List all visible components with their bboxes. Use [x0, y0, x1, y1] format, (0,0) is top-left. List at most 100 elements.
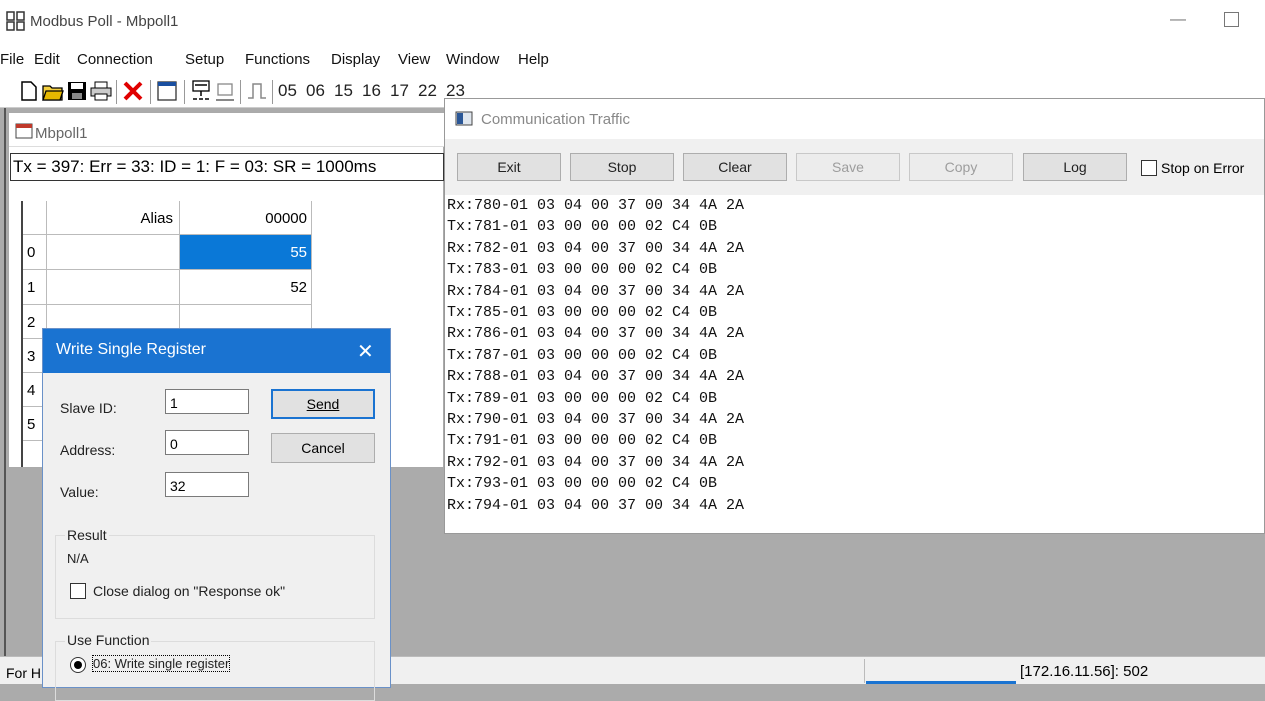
title-bar: Modbus Poll - Mbpoll1 — [0, 0, 1265, 44]
write-single-register-dialog: Write Single Register ✕ Slave ID: Send A… [42, 328, 391, 701]
menu-edit[interactable]: Edit [34, 51, 60, 68]
menu-connection[interactable]: Connection [77, 51, 153, 68]
menu-file[interactable]: File [0, 51, 24, 68]
stop-button[interactable]: Stop [570, 153, 674, 181]
log-line: Tx:785-01 03 00 00 00 02 C4 0B [447, 304, 718, 322]
log-button[interactable]: Log [1023, 153, 1127, 181]
register-value-cell[interactable]: 55 [180, 235, 312, 270]
log-line: Rx:784-01 03 04 00 37 00 34 4A 2A [447, 282, 745, 300]
menu-display[interactable]: Display [331, 51, 380, 68]
grid-corner [23, 201, 47, 235]
exit-button[interactable]: Exit [457, 153, 561, 181]
document-icon [15, 123, 33, 139]
log-line: Rx:790-01 03 04 00 37 00 34 4A 2A [447, 411, 745, 429]
workspace-border [4, 108, 6, 664]
new-file-icon[interactable] [18, 80, 40, 102]
menu-setup[interactable]: Setup [185, 51, 224, 68]
menu-bar: File Edit Connection Setup Functions Dis… [0, 44, 1265, 74]
traffic-title: Communication Traffic [481, 111, 630, 128]
function-06-button[interactable]: 06 [306, 81, 325, 101]
address-column-header: 00000 [180, 201, 312, 235]
value-label: Value: [60, 484, 99, 500]
slave-id-label: Slave ID: [60, 400, 117, 416]
mbpoll-titlebar: Mbpoll1 [9, 113, 445, 147]
log-line: Rx:782-01 03 04 00 37 00 34 4A 2A [447, 239, 745, 257]
log-line: Tx:781-01 03 00 00 00 02 C4 0B [447, 218, 718, 236]
connect-icon[interactable] [190, 80, 212, 102]
log-line: Tx:791-01 03 00 00 00 02 C4 0B [447, 432, 718, 450]
toolbar-separator [184, 80, 185, 104]
status-help-text: For H [6, 665, 41, 681]
function-06-radio[interactable] [70, 657, 86, 673]
toolbar-separator [272, 80, 273, 104]
function-15-button[interactable]: 15 [334, 81, 353, 101]
toolbar-separator [116, 80, 117, 104]
traffic-toolbar: Exit Stop Clear Save Copy Log Stop on Er… [445, 139, 1264, 195]
value-input[interactable] [165, 472, 249, 497]
open-folder-icon[interactable] [42, 80, 64, 102]
window-title: Modbus Poll - Mbpoll1 [30, 13, 179, 30]
save-button[interactable]: Save [796, 153, 900, 181]
cancel-button[interactable]: Cancel [271, 433, 375, 463]
log-line: Rx:794-01 03 04 00 37 00 34 4A 2A [447, 496, 745, 514]
function-17-button[interactable]: 17 [390, 81, 409, 101]
pulse-icon[interactable] [246, 80, 268, 102]
address-label: Address: [60, 442, 116, 458]
log-line: Rx:786-01 03 04 00 37 00 34 4A 2A [447, 325, 745, 343]
log-line: Rx:792-01 03 04 00 37 00 34 4A 2A [447, 453, 745, 471]
function-05-button[interactable]: 05 [278, 81, 297, 101]
use-function-group [55, 641, 375, 701]
log-line: Tx:793-01 03 00 00 00 02 C4 0B [447, 475, 718, 493]
result-group-title: Result [65, 527, 109, 543]
alias-column-header: Alias [47, 201, 180, 235]
traffic-titlebar: Communication Traffic [445, 99, 1264, 139]
menu-help[interactable]: Help [518, 51, 549, 68]
alias-cell[interactable] [47, 270, 180, 305]
app-icon [6, 11, 25, 31]
row-index: 1 [23, 270, 47, 305]
log-line: Rx:780-01 03 04 00 37 00 34 4A 2A [447, 197, 745, 214]
register-value-cell[interactable]: 52 [180, 270, 312, 305]
function-06-label: 06: Write single register [91, 655, 231, 672]
close-icon[interactable]: ✕ [357, 339, 374, 364]
use-function-title: Use Function [65, 632, 152, 648]
window-icon[interactable] [156, 80, 178, 102]
result-value: N/A [67, 551, 89, 566]
log-line: Rx:788-01 03 04 00 37 00 34 4A 2A [447, 368, 745, 386]
stop-on-error-label: Stop on Error [1161, 160, 1245, 176]
log-line: Tx:787-01 03 00 00 00 02 C4 0B [447, 346, 718, 364]
save-icon[interactable] [66, 80, 88, 102]
row-index: 0 [23, 235, 47, 270]
minimize-button[interactable]: — [1160, 6, 1196, 34]
dialog-title: Write Single Register [43, 329, 390, 373]
clear-button[interactable]: Clear [683, 153, 787, 181]
function-16-button[interactable]: 16 [362, 81, 381, 101]
menu-view[interactable]: View [398, 51, 430, 68]
stop-on-error-checkbox[interactable] [1141, 160, 1157, 176]
close-on-ok-checkbox[interactable] [70, 583, 86, 599]
copy-button[interactable]: Copy [909, 153, 1013, 181]
communication-traffic-window: Communication Traffic Exit Stop Clear Sa… [444, 98, 1265, 534]
result-group [55, 535, 375, 619]
menu-window[interactable]: Window [446, 51, 499, 68]
poll-status-line: Tx = 397: Err = 33: ID = 1: F = 03: SR =… [10, 153, 444, 181]
menu-functions[interactable]: Functions [245, 51, 310, 68]
delete-icon[interactable] [122, 80, 144, 102]
print-icon[interactable] [90, 80, 112, 102]
slave-id-input[interactable] [165, 389, 249, 414]
address-input[interactable] [165, 430, 249, 455]
send-label: Send [306, 396, 340, 412]
toolbar-separator [150, 80, 151, 104]
mbpoll-title: Mbpoll1 [35, 125, 88, 142]
status-separator [864, 659, 865, 683]
toolbar-separator [240, 80, 241, 104]
traffic-log[interactable]: Rx:780-01 03 04 00 37 00 34 4A 2A Tx:781… [445, 195, 1264, 533]
alias-cell[interactable] [47, 235, 180, 270]
close-on-ok-label: Close dialog on "Response ok" [93, 583, 286, 599]
send-button[interactable]: Send [271, 389, 375, 419]
log-line: Tx:783-01 03 00 00 00 02 C4 0B [447, 261, 718, 279]
log-line: Tx:789-01 03 00 00 00 02 C4 0B [447, 389, 718, 407]
function-22-button[interactable]: 22 [418, 81, 437, 101]
disconnect-icon[interactable] [214, 80, 236, 102]
maximize-button[interactable] [1224, 12, 1239, 27]
